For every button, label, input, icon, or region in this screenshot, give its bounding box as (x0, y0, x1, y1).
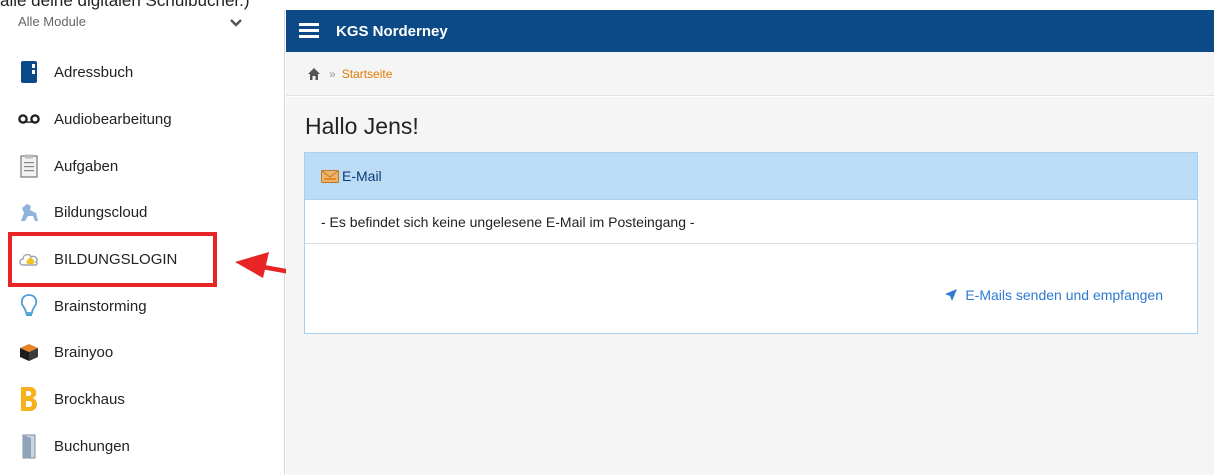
breadcrumb: » Startseite (286, 52, 1214, 96)
module-filter-select[interactable]: Alle Module (18, 14, 243, 36)
hamburger-menu-icon[interactable] (299, 23, 319, 39)
sidebar-item-adressbuch[interactable]: Adressbuch (18, 54, 268, 90)
sidebar-item-label: Buchungen (54, 437, 130, 455)
voicemail-icon (18, 106, 40, 132)
lightbulb-icon (18, 293, 40, 319)
email-status-message: - Es befindet sich keine ungelesene E-Ma… (305, 200, 1197, 244)
sidebar-item-buchungen[interactable]: Buchungen (18, 428, 268, 464)
send-receive-emails-link[interactable]: E-Mails senden und empfangen (944, 287, 1163, 303)
sidebar-item-label: Bildungscloud (54, 203, 148, 221)
sidebar-item-aufgaben[interactable]: Aufgaben (18, 148, 268, 184)
horse-icon (18, 199, 40, 225)
brockhaus-b-icon (18, 386, 40, 412)
sidebar-item-label: Audiobearbeitung (54, 110, 172, 128)
address-book-icon (18, 59, 40, 85)
sidebar-item-brockhaus[interactable]: Brockhaus (18, 381, 268, 417)
email-panel-title: E-Mail (342, 168, 382, 184)
page-title: Hallo Jens! (305, 113, 419, 139)
home-icon[interactable] (307, 67, 321, 81)
sidebar-item-audiobearbeitung[interactable]: Audiobearbeitung (18, 101, 268, 137)
sidebar-item-bildungscloud[interactable]: Bildungscloud (18, 194, 268, 230)
app-header: KGS Norderney (286, 10, 1214, 52)
breadcrumb-separator: » (329, 66, 336, 81)
email-panel-footer: E-Mails senden und empfangen (305, 244, 1197, 333)
breadcrumb-link-startseite[interactable]: Startseite (342, 67, 393, 81)
sidebar-item-label: Brainyoo (54, 343, 114, 361)
sidebar-item-label: Brockhaus (54, 390, 125, 408)
sidebar-item-brainyoo[interactable]: Brainyoo (18, 334, 268, 370)
sidebar-item-label: Aufgaben (54, 157, 119, 175)
box-icon (18, 339, 40, 365)
chevron-down-icon (230, 19, 242, 27)
sidebar-item-label: Brainstorming (54, 297, 147, 315)
envelope-icon (321, 169, 339, 183)
door-icon (18, 433, 40, 459)
email-panel-header: E-Mail (305, 153, 1197, 200)
send-receive-emails-label: E-Mails senden und empfangen (965, 287, 1163, 303)
sidebar-item-label: Adressbuch (54, 63, 134, 81)
highlight-box (8, 232, 217, 287)
paper-plane-icon (945, 289, 958, 301)
email-panel: E-Mail - Es befindet sich keine ungelese… (304, 152, 1198, 334)
module-filter-label: Alle Module (18, 14, 86, 29)
school-title: KGS Norderney (336, 22, 448, 40)
clipboard-icon (18, 153, 40, 179)
